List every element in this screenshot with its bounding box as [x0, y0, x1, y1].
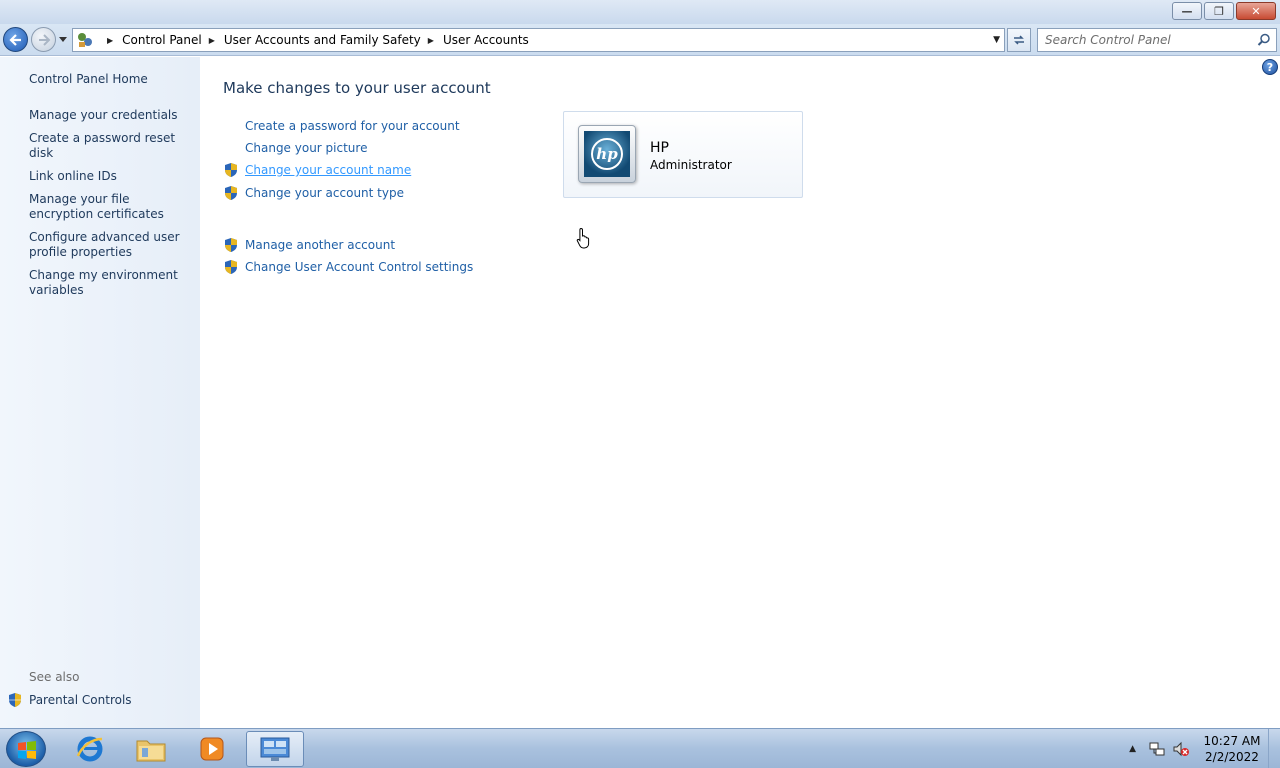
hp-logo-icon: hp	[591, 138, 623, 170]
uac-shield-icon	[225, 163, 237, 177]
parental-controls-label: Parental Controls	[29, 693, 132, 707]
uac-shield-icon	[225, 260, 237, 274]
recent-pages-icon[interactable]	[58, 34, 68, 44]
media-player-button[interactable]	[183, 731, 241, 767]
show-hidden-icons-icon[interactable]: ▲	[1129, 744, 1136, 754]
breadcrumb-control-panel[interactable]: Control Panel ▶	[122, 33, 224, 47]
clock[interactable]: 10:27 AM 2/2/2022	[1196, 733, 1268, 765]
create-password-reset-disk-link[interactable]: Create a password reset disk	[29, 131, 189, 161]
change-environment-variables-link[interactable]: Change my environment variables	[29, 268, 189, 298]
close-icon: ✕	[1251, 4, 1261, 18]
account-tile: hp HP Administrator	[563, 111, 803, 198]
search-box[interactable]	[1037, 28, 1277, 52]
restore-button[interactable]: ❐	[1204, 2, 1234, 20]
change-account-name-link[interactable]: Change your account name	[245, 163, 411, 177]
page-title: Make changes to your user account	[223, 79, 491, 97]
forward-button[interactable]	[31, 27, 56, 52]
control-panel-icon	[78, 33, 92, 47]
search-input[interactable]	[1045, 33, 1250, 47]
windows-logo-icon	[18, 741, 36, 759]
taskbar: ▲ 10:27 AM 2/2/2022	[0, 728, 1280, 768]
restore-icon: ❐	[1214, 4, 1224, 18]
show-desktop-button[interactable]	[1268, 729, 1280, 768]
system-tray: ▲ 10:27 AM 2/2/2022	[1129, 729, 1280, 768]
control-panel-home-link[interactable]: Control Panel Home	[29, 72, 148, 86]
manage-encryption-certificates-link[interactable]: Manage your file encryption certificates	[29, 192, 189, 222]
clock-time: 10:27 AM	[1203, 734, 1261, 748]
link-online-ids-link[interactable]: Link online IDs	[29, 169, 189, 184]
account-role: Administrator	[650, 158, 732, 172]
control-panel-icon	[260, 737, 290, 761]
refresh-button[interactable]	[1007, 28, 1031, 52]
minimize-icon: —	[1181, 4, 1193, 18]
forward-arrow-icon	[39, 34, 51, 46]
breadcrumb-separator-icon: ▶	[107, 35, 114, 45]
manage-another-account-link[interactable]: Manage another account	[245, 238, 395, 252]
volume-muted-icon[interactable]	[1172, 740, 1190, 758]
change-account-type-link[interactable]: Change your account type	[245, 186, 404, 200]
task-pane: Control Panel Home Manage your credentia…	[0, 57, 200, 728]
create-password-link[interactable]: Create a password for your account	[245, 119, 460, 133]
clock-date: 2/2/2022	[1205, 750, 1259, 764]
address-bar[interactable]: ▶ Control Panel ▶ User Accounts and Famil…	[72, 28, 1005, 52]
breadcrumb-separator-icon[interactable]: ▶	[428, 36, 434, 45]
start-button[interactable]	[6, 731, 46, 767]
uac-shield-icon	[225, 186, 237, 200]
minimize-button[interactable]: —	[1172, 2, 1202, 20]
account-picture: hp	[578, 125, 636, 183]
account-name: HP	[650, 140, 669, 156]
internet-explorer-button[interactable]	[61, 731, 119, 767]
back-arrow-icon	[9, 34, 21, 46]
manage-credentials-link[interactable]: Manage your credentials	[29, 108, 189, 123]
change-uac-settings-link[interactable]: Change User Account Control settings	[245, 260, 473, 274]
window-controls: — ❐ ✕	[1170, 2, 1276, 20]
back-button[interactable]	[3, 27, 28, 52]
breadcrumb-user-accounts[interactable]: User Accounts	[443, 33, 529, 47]
refresh-icon	[1014, 35, 1024, 45]
title-bar: — ❐ ✕	[0, 0, 1280, 24]
task-list: Manage your credentials Create a passwor…	[29, 108, 189, 306]
content-pane: ? Make changes to your user account Crea…	[200, 57, 1280, 728]
parental-controls-link[interactable]: Parental Controls	[7, 692, 132, 708]
control-panel-taskbar-button[interactable]	[246, 731, 304, 767]
navigation-bar: ▶ Control Panel ▶ User Accounts and Famil…	[0, 24, 1280, 56]
folder-icon	[136, 740, 166, 762]
hand-cursor-icon	[576, 227, 590, 249]
see-also-label: See also	[29, 670, 80, 684]
breadcrumb-separator-icon[interactable]: ▶	[209, 36, 215, 45]
breadcrumb-user-accounts-family-safety[interactable]: User Accounts and Family Safety ▶	[224, 33, 443, 47]
help-icon[interactable]: ?	[1262, 59, 1278, 75]
search-icon[interactable]	[1257, 33, 1271, 47]
internet-explorer-icon	[76, 736, 103, 762]
shield-icon	[9, 693, 21, 707]
change-picture-link[interactable]: Change your picture	[245, 141, 367, 155]
configure-profile-properties-link[interactable]: Configure advanced user profile properti…	[29, 230, 189, 260]
close-button[interactable]: ✕	[1236, 2, 1276, 20]
media-player-icon	[200, 737, 224, 761]
address-dropdown-icon[interactable]: ▼	[993, 35, 1000, 45]
network-icon[interactable]	[1148, 740, 1166, 758]
windows-explorer-button[interactable]	[122, 731, 180, 767]
uac-shield-icon	[225, 238, 237, 252]
